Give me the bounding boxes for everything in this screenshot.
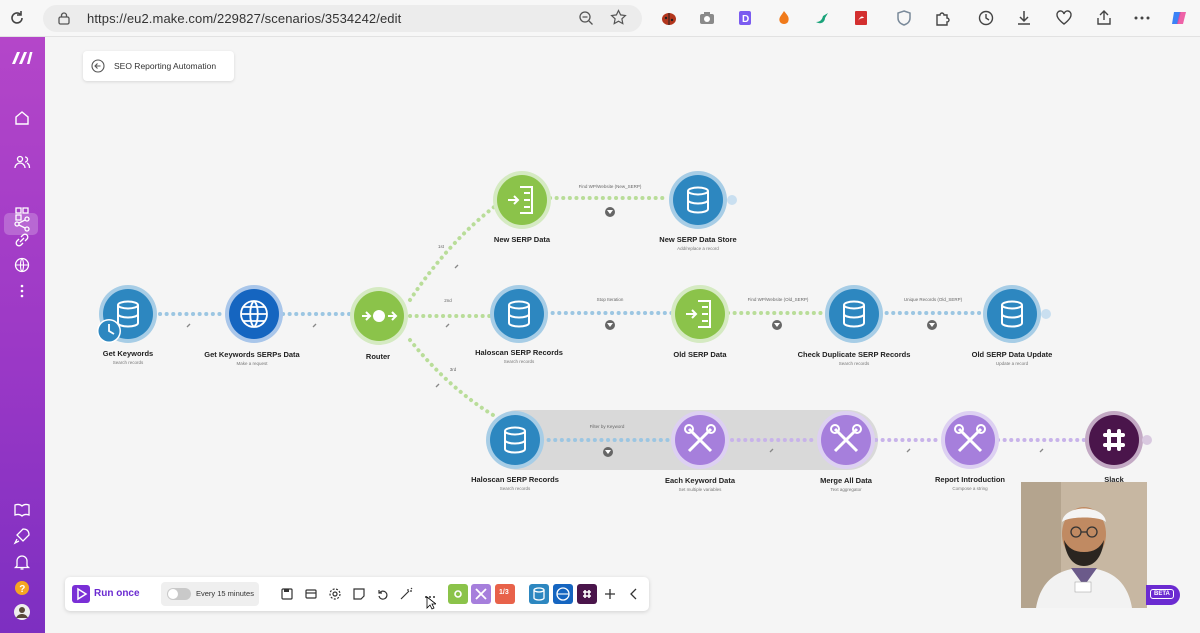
node-new-serp-data-store[interactable]: [669, 171, 727, 229]
play-icon: [72, 585, 90, 603]
collapse-chevron-left-icon[interactable]: [627, 587, 641, 601]
undo-icon[interactable]: [375, 587, 389, 601]
webcam-overlay: [1021, 482, 1147, 608]
sub-check-duplicate: Search records: [838, 361, 870, 366]
node-merge-all-data[interactable]: [817, 411, 875, 469]
filter-label-unique-records[interactable]: Unique Records (Old_SERP): [904, 297, 962, 302]
sub-each-keyword-data: Set multiple variables: [678, 487, 722, 492]
label-haloscan-2: Haloscan SERP Records: [471, 475, 559, 484]
label-merge-all-data: Merge All Data: [820, 476, 872, 485]
route-label-2nd: 2nd: [444, 298, 452, 303]
node-get-keywords[interactable]: [97, 285, 157, 343]
node-old-serp-data[interactable]: [671, 285, 729, 343]
label-old-serp-data-update: Old SERP Data Update: [971, 350, 1053, 359]
beta-badge[interactable]: BETA: [1146, 585, 1180, 605]
presenter-portrait: [1021, 482, 1147, 608]
add-module-handles[interactable]: [727, 195, 1152, 445]
sub-get-keywords: Search records: [112, 360, 144, 365]
node-haloscan-serp-records-2[interactable]: [486, 411, 544, 469]
filter-label-find-old[interactable]: Find WP/Website (Old_SERP): [748, 297, 809, 302]
sub-old-serp-data-update: Update a record: [995, 361, 1029, 366]
http-button[interactable]: [553, 584, 573, 604]
label-new-serp-data-store: New SERP Data Store: [659, 235, 737, 244]
node-report-introduction[interactable]: [941, 411, 999, 469]
label-get-keywords-serps: Get Keywords SERPs Data: [204, 350, 300, 359]
sub-report-introduction: Compose a string: [952, 486, 988, 491]
route-label-1st: 1st: [437, 244, 445, 249]
filter-label-stop-iteration[interactable]: Stop Iteration: [597, 297, 624, 302]
node-slack[interactable]: [1085, 411, 1143, 469]
run-once-button[interactable]: Run once: [69, 581, 145, 607]
node-router[interactable]: [350, 287, 408, 345]
auto-align-wand-icon[interactable]: [399, 587, 413, 601]
label-new-serp-data: New SERP Data: [493, 235, 551, 244]
mouse-cursor-icon: [426, 596, 436, 610]
node-each-keyword-data[interactable]: [671, 411, 729, 469]
connections: [158, 196, 1086, 442]
label-each-keyword-data: Each Keyword Data: [664, 476, 736, 485]
schedule-control[interactable]: Every 15 minutes: [161, 582, 259, 606]
node-haloscan-serp-records-1[interactable]: [490, 285, 548, 343]
settings-gear-icon[interactable]: [328, 587, 342, 601]
scenario-flow-diagram: [97, 171, 1152, 470]
notes-icon[interactable]: [352, 587, 366, 601]
label-router: Router: [365, 352, 391, 361]
node-old-serp-data-update[interactable]: [983, 285, 1041, 343]
sub-haloscan-2: Search records: [499, 486, 531, 491]
scheduling-icon[interactable]: [304, 587, 318, 601]
flow-control-tool-button[interactable]: [448, 584, 468, 604]
text-parser-badge: 1/3: [499, 589, 509, 596]
run-once-label: Run once: [94, 588, 140, 599]
scenario-toolbar: Run once Every 15 minutes 1/3: [65, 577, 649, 611]
data-store-button[interactable]: [529, 584, 549, 604]
sub-new-serp-data-store: Add/replace a record: [677, 246, 719, 251]
label-get-keywords: Get Keywords: [102, 349, 154, 358]
add-plus-icon[interactable]: [603, 587, 617, 601]
label-haloscan-1: Haloscan SERP Records: [475, 348, 563, 357]
filter-label-find-new[interactable]: Find WP/Website (New_SERP): [579, 184, 642, 189]
slack-button[interactable]: [577, 584, 597, 604]
node-check-duplicate[interactable]: [825, 285, 883, 343]
sub-merge-all-data: Text aggregator: [830, 487, 862, 492]
schedule-toggle[interactable]: [167, 588, 191, 600]
filter-label-by-keyword[interactable]: Filter by Keyword: [590, 424, 625, 429]
tools-button[interactable]: [471, 584, 491, 604]
label-old-serp-data: Old SERP Data: [673, 350, 727, 359]
label-check-duplicate: Check Duplicate SERP Records: [797, 350, 911, 359]
node-get-keywords-serps[interactable]: [225, 285, 283, 343]
beta-label: BETA: [1150, 589, 1174, 599]
text-parser-button[interactable]: 1/3: [495, 584, 515, 604]
schedule-label: Every 15 minutes: [196, 589, 254, 598]
node-new-serp-data[interactable]: [493, 171, 551, 229]
route-label-3rd: 3rd: [449, 367, 457, 372]
label-report-introduction: Report Introduction: [935, 475, 1005, 484]
save-icon[interactable]: [280, 587, 294, 601]
sub-haloscan-1: Search records: [503, 359, 535, 364]
sub-get-keywords-serps: Make a request: [236, 361, 268, 366]
